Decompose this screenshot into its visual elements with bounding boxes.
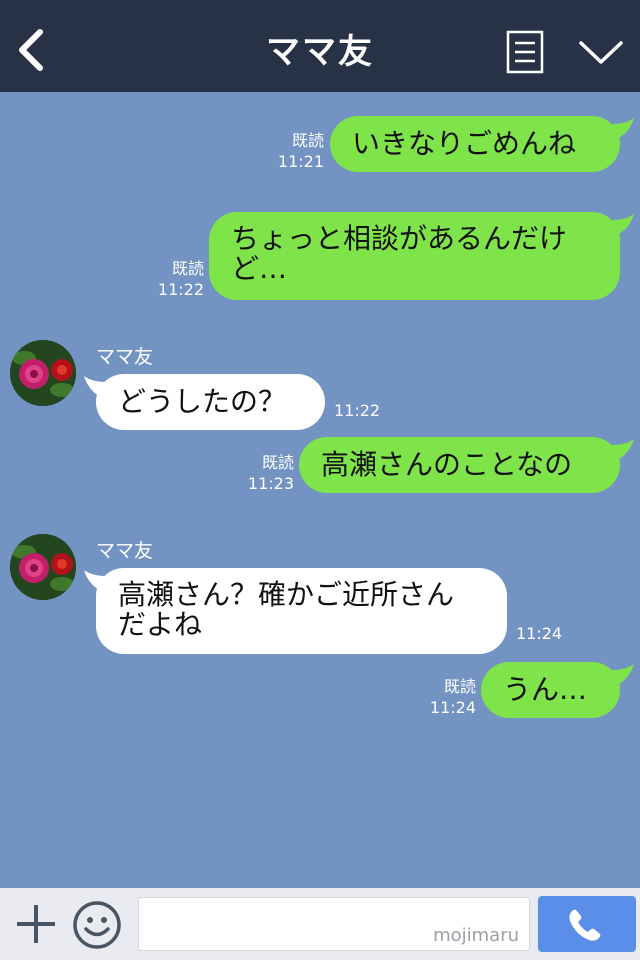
read-receipt: 既読 (291, 131, 324, 150)
message-text: ちょっと相談があるんだけ ど… (231, 224, 567, 284)
rose-avatar-image (10, 340, 76, 406)
message-meta: 既読 11:22 (142, 258, 204, 300)
message-time: 11:24 (516, 624, 563, 643)
message-list[interactable]: 既読 11:21 いきなりごめんね 既読 11:22 ちょっと相談があるんだけ … (0, 92, 640, 888)
message-text: 高瀬さんのことなの (321, 448, 573, 481)
phone-icon (569, 909, 601, 941)
message-meta: 既読 11:23 (232, 452, 294, 494)
message-time: 11:22 (157, 280, 204, 299)
message-meta: 既読 11:21 (262, 130, 324, 172)
message-time: 11:21 (277, 152, 324, 171)
watermark: mojimaru (433, 925, 519, 946)
message-line: ちょっと相談があるんだけ (231, 222, 568, 255)
input-bar: mojimaru (0, 888, 640, 960)
message-bubble-outgoing[interactable]: ちょっと相談があるんだけ ど… (209, 212, 620, 300)
read-receipt: 既読 (443, 677, 476, 696)
sender-name: ママ友 (96, 540, 154, 562)
avatar[interactable] (10, 534, 76, 600)
message-bubble-outgoing[interactable]: うん… (481, 662, 620, 718)
plus-icon[interactable] (14, 902, 58, 946)
chat-header: ママ友 (0, 0, 640, 92)
message-text: どうしたの？ (118, 385, 287, 418)
chevron-down-icon[interactable] (578, 38, 624, 68)
bubble-tail (612, 214, 634, 236)
message-text: いきなりごめんね (352, 127, 577, 160)
call-button[interactable] (538, 896, 636, 952)
message-time: 11:24 (429, 698, 476, 717)
message-text: うん… (503, 673, 588, 706)
chat-title: ママ友 (266, 32, 374, 72)
bubble-tail (612, 118, 634, 140)
sender-name: ママ友 (96, 346, 154, 368)
message-line: だよね (118, 608, 203, 641)
message-bubble-outgoing[interactable]: いきなりごめんね (330, 116, 620, 172)
message-input[interactable]: mojimaru (138, 897, 530, 951)
smile-icon[interactable] (72, 900, 122, 950)
message-time: 11:22 (334, 401, 381, 420)
read-receipt: 既読 (171, 259, 204, 278)
message-meta: 既読 11:24 (414, 676, 476, 718)
message-line: 高瀬さん？確かご近所さん (118, 578, 455, 611)
bubble-tail (612, 664, 634, 686)
rose-avatar-image (10, 534, 76, 600)
avatar[interactable] (10, 340, 76, 406)
message-bubble-incoming[interactable]: 高瀬さん？確かご近所さん だよね (96, 568, 507, 654)
message-bubble-incoming[interactable]: どうしたの？ (96, 374, 325, 430)
read-receipt: 既読 (261, 453, 294, 472)
message-bubble-outgoing[interactable]: 高瀬さんのことなの (299, 437, 620, 493)
menu-icon[interactable] (506, 30, 544, 74)
message-time: 11:23 (247, 474, 294, 493)
message-text: 高瀬さん？確かご近所さん だよね (118, 580, 454, 640)
bubble-tail (612, 439, 634, 461)
message-line: ど… (231, 252, 288, 285)
